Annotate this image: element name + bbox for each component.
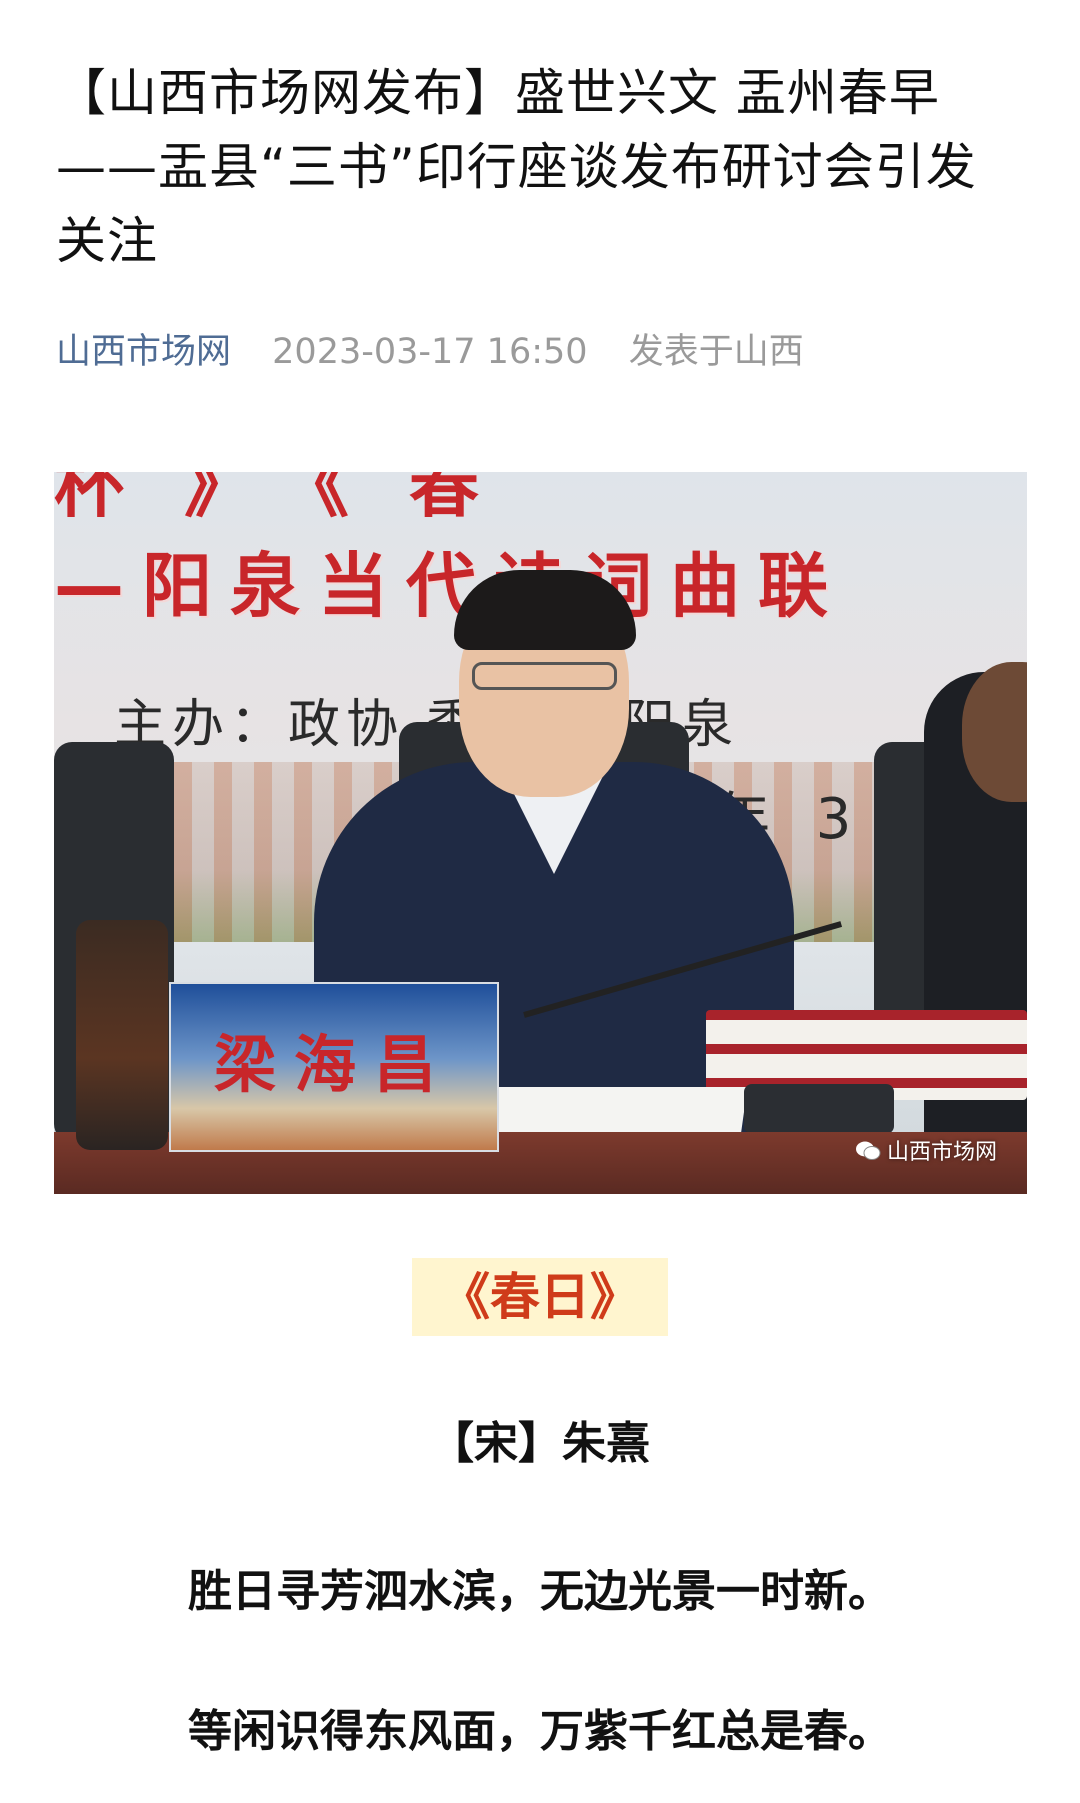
speaker-glasses [472,662,617,690]
article-photo[interactable]: 杯》《春 —阳泉当代诗词曲联 主办：政协 委员会 阳泉 年 3 梁海昌 山西市场… [54,472,1027,1194]
banner-top-text: 杯》《春 [54,472,539,527]
tea-bottle [76,920,168,1150]
source-link[interactable]: 山西市场网 [56,332,231,372]
article-title: 【山西市场网发布】盛世兴文 盂州春早——盂县“三书”印行座谈发布研讨会引发关注 [56,64,977,270]
wechat-icon [855,1140,881,1168]
papers [480,1087,748,1137]
publish-location: 发表于山西 [628,332,804,372]
poem-line-1: 胜日寻芳泗水滨，无边光景一时新。 [188,1566,892,1617]
photo-watermark: 山西市场网 [855,1134,997,1168]
poem-author: 【宋】朱熹 [430,1418,650,1469]
poem-title: 《春日》 [412,1258,668,1336]
poem-line-2: 等闲识得东风面，万紫千红总是春。 [188,1706,892,1757]
publish-time: 2023-03-17 16:50 [272,332,588,372]
nameplate: 梁海昌 [169,982,499,1152]
microphone-base [744,1084,894,1134]
nameplate-text: 梁海昌 [213,1028,454,1101]
speaker-hair [454,570,636,650]
article-meta: 山西市场网 2023-03-17 16:50 发表于山西 [56,328,804,376]
watermark-text: 山西市场网 [886,1140,997,1165]
poem-title-wrap: 《春日》 [0,1258,1080,1336]
